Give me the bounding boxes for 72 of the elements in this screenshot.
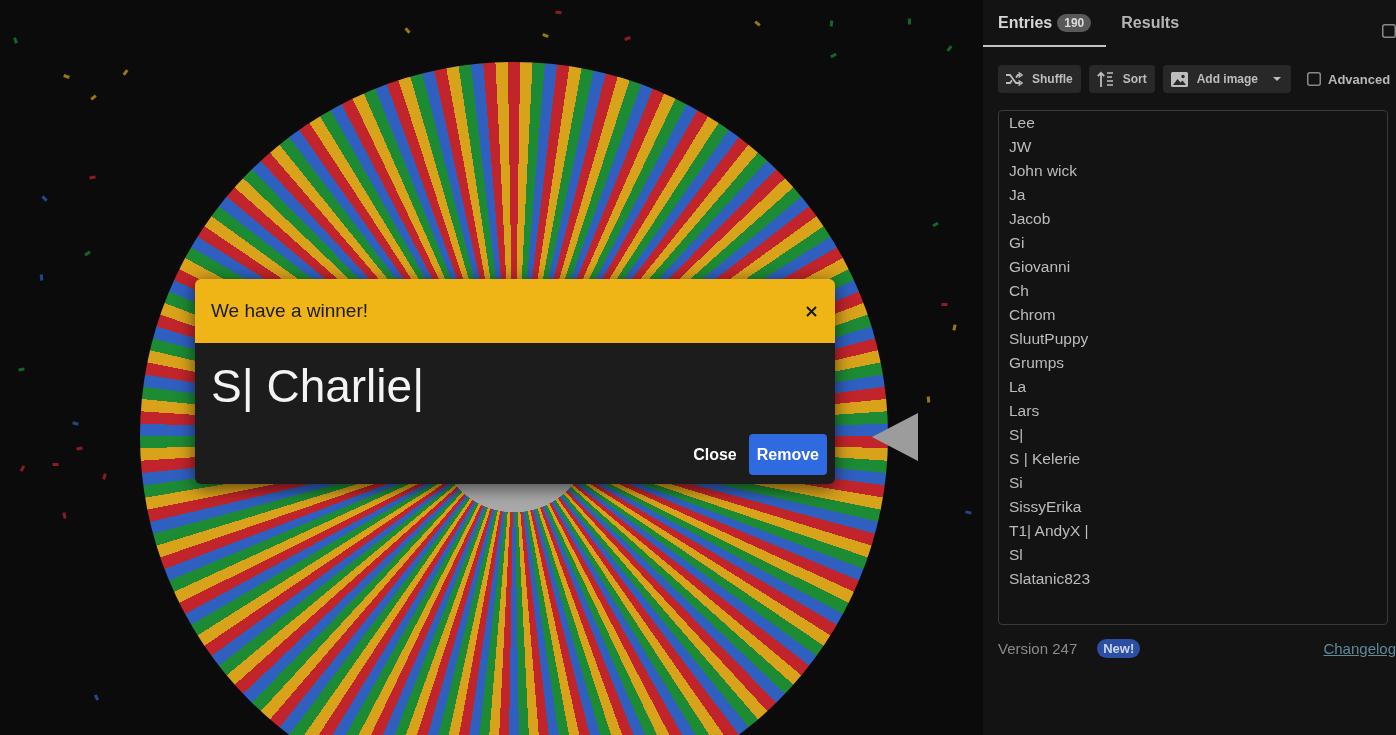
confetti-icon xyxy=(89,173,97,181)
entry-line: Lars xyxy=(1009,401,1040,421)
confetti-icon xyxy=(11,37,19,45)
confetti-icon xyxy=(828,20,835,28)
entry-line: Gi xyxy=(1009,233,1025,253)
image-icon xyxy=(1170,71,1188,87)
tab[interactable]: Results xyxy=(1106,0,1195,47)
new-badge: New! xyxy=(1097,638,1141,658)
confetti-icon xyxy=(623,35,631,43)
count-badge: 190 xyxy=(1057,13,1092,32)
confetti-icon xyxy=(92,694,100,702)
entry-line: S| xyxy=(1009,425,1024,445)
confetti-icon xyxy=(63,73,70,81)
version-text: Version 247 xyxy=(998,639,1078,657)
shuffle-icon xyxy=(1006,72,1023,86)
tab-label: Results xyxy=(1121,13,1180,32)
confetti-icon xyxy=(61,512,69,520)
entry-line: Slatanic823 xyxy=(1009,569,1090,589)
confetti-icon xyxy=(89,93,97,101)
remove-button[interactable]: Remove xyxy=(748,434,827,475)
confetti-icon xyxy=(100,472,108,480)
entry-line: SissyErika xyxy=(1009,497,1082,517)
entry-line: John wick xyxy=(1009,161,1078,181)
entry-line: Chrom xyxy=(1009,305,1056,325)
changelog-link[interactable]: Changelog xyxy=(1323,639,1396,657)
image-button[interactable]: Add image xyxy=(1162,65,1291,93)
winner-name: S| Charlie| xyxy=(211,360,425,412)
entry-line: Jacob xyxy=(1009,209,1051,229)
entry-line: Ch xyxy=(1009,281,1029,301)
entry-line: Ja xyxy=(1009,185,1026,205)
dialog-title: We have a winner! xyxy=(211,300,368,322)
confetti-icon xyxy=(18,366,26,374)
tab-label: Entries xyxy=(998,13,1053,32)
entry-line: Giovanni xyxy=(1009,257,1071,277)
confetti-icon xyxy=(932,220,940,228)
entry-line: Lee xyxy=(1009,113,1035,133)
confetti-icon xyxy=(84,250,92,258)
entries-field[interactable]: Lee JW John wick Ja Jacob Gi Giovanni Ch Chrom SluutPuppy Grumps La Lars S| S | Kelerie Si SissyErika T1| AndyX | Sl Slatanic823 xyxy=(998,110,1388,625)
shuffle-button[interactable]: Shuffle xyxy=(998,65,1081,93)
entry-line: S | Kelerie xyxy=(1009,449,1081,469)
confetti-icon xyxy=(906,18,914,26)
checkbox[interactable] xyxy=(1307,72,1321,86)
confetti-icon xyxy=(38,273,46,281)
confetti-icon xyxy=(830,51,838,59)
checkbox-label[interactable]: Advanced xyxy=(1328,71,1391,87)
confetti-icon xyxy=(542,32,550,40)
confetti-icon xyxy=(964,509,972,517)
confetti-icon xyxy=(951,324,959,332)
sort-button[interactable]: Sort xyxy=(1088,65,1155,93)
pointer-icon xyxy=(872,413,918,461)
confetti-icon xyxy=(18,464,26,472)
entry-line: Si xyxy=(1009,473,1023,493)
confetti-icon xyxy=(41,194,48,202)
confetti-icon xyxy=(924,395,932,403)
entry-line: JW xyxy=(1009,137,1032,157)
confetti-icon xyxy=(71,419,79,427)
tab[interactable]: Entries 190 xyxy=(983,0,1107,47)
entry-line: La xyxy=(1009,377,1027,397)
confetti-icon xyxy=(554,9,562,17)
close-button[interactable]: Close xyxy=(685,434,745,475)
checkbox[interactable] xyxy=(1382,23,1396,38)
confetti-icon xyxy=(76,445,84,453)
entry-line: T1| AndyX | xyxy=(1009,521,1089,541)
entry-line: Grumps xyxy=(1009,353,1065,373)
confetti-icon xyxy=(754,20,762,28)
entry-line: SluutPuppy xyxy=(1009,329,1089,349)
confetti-icon xyxy=(946,44,954,52)
close-icon[interactable] xyxy=(806,305,817,317)
sort-icon xyxy=(1096,71,1114,87)
confetti-icon xyxy=(122,68,130,76)
confetti-icon xyxy=(403,27,411,35)
entry-line: Sl xyxy=(1009,545,1023,565)
